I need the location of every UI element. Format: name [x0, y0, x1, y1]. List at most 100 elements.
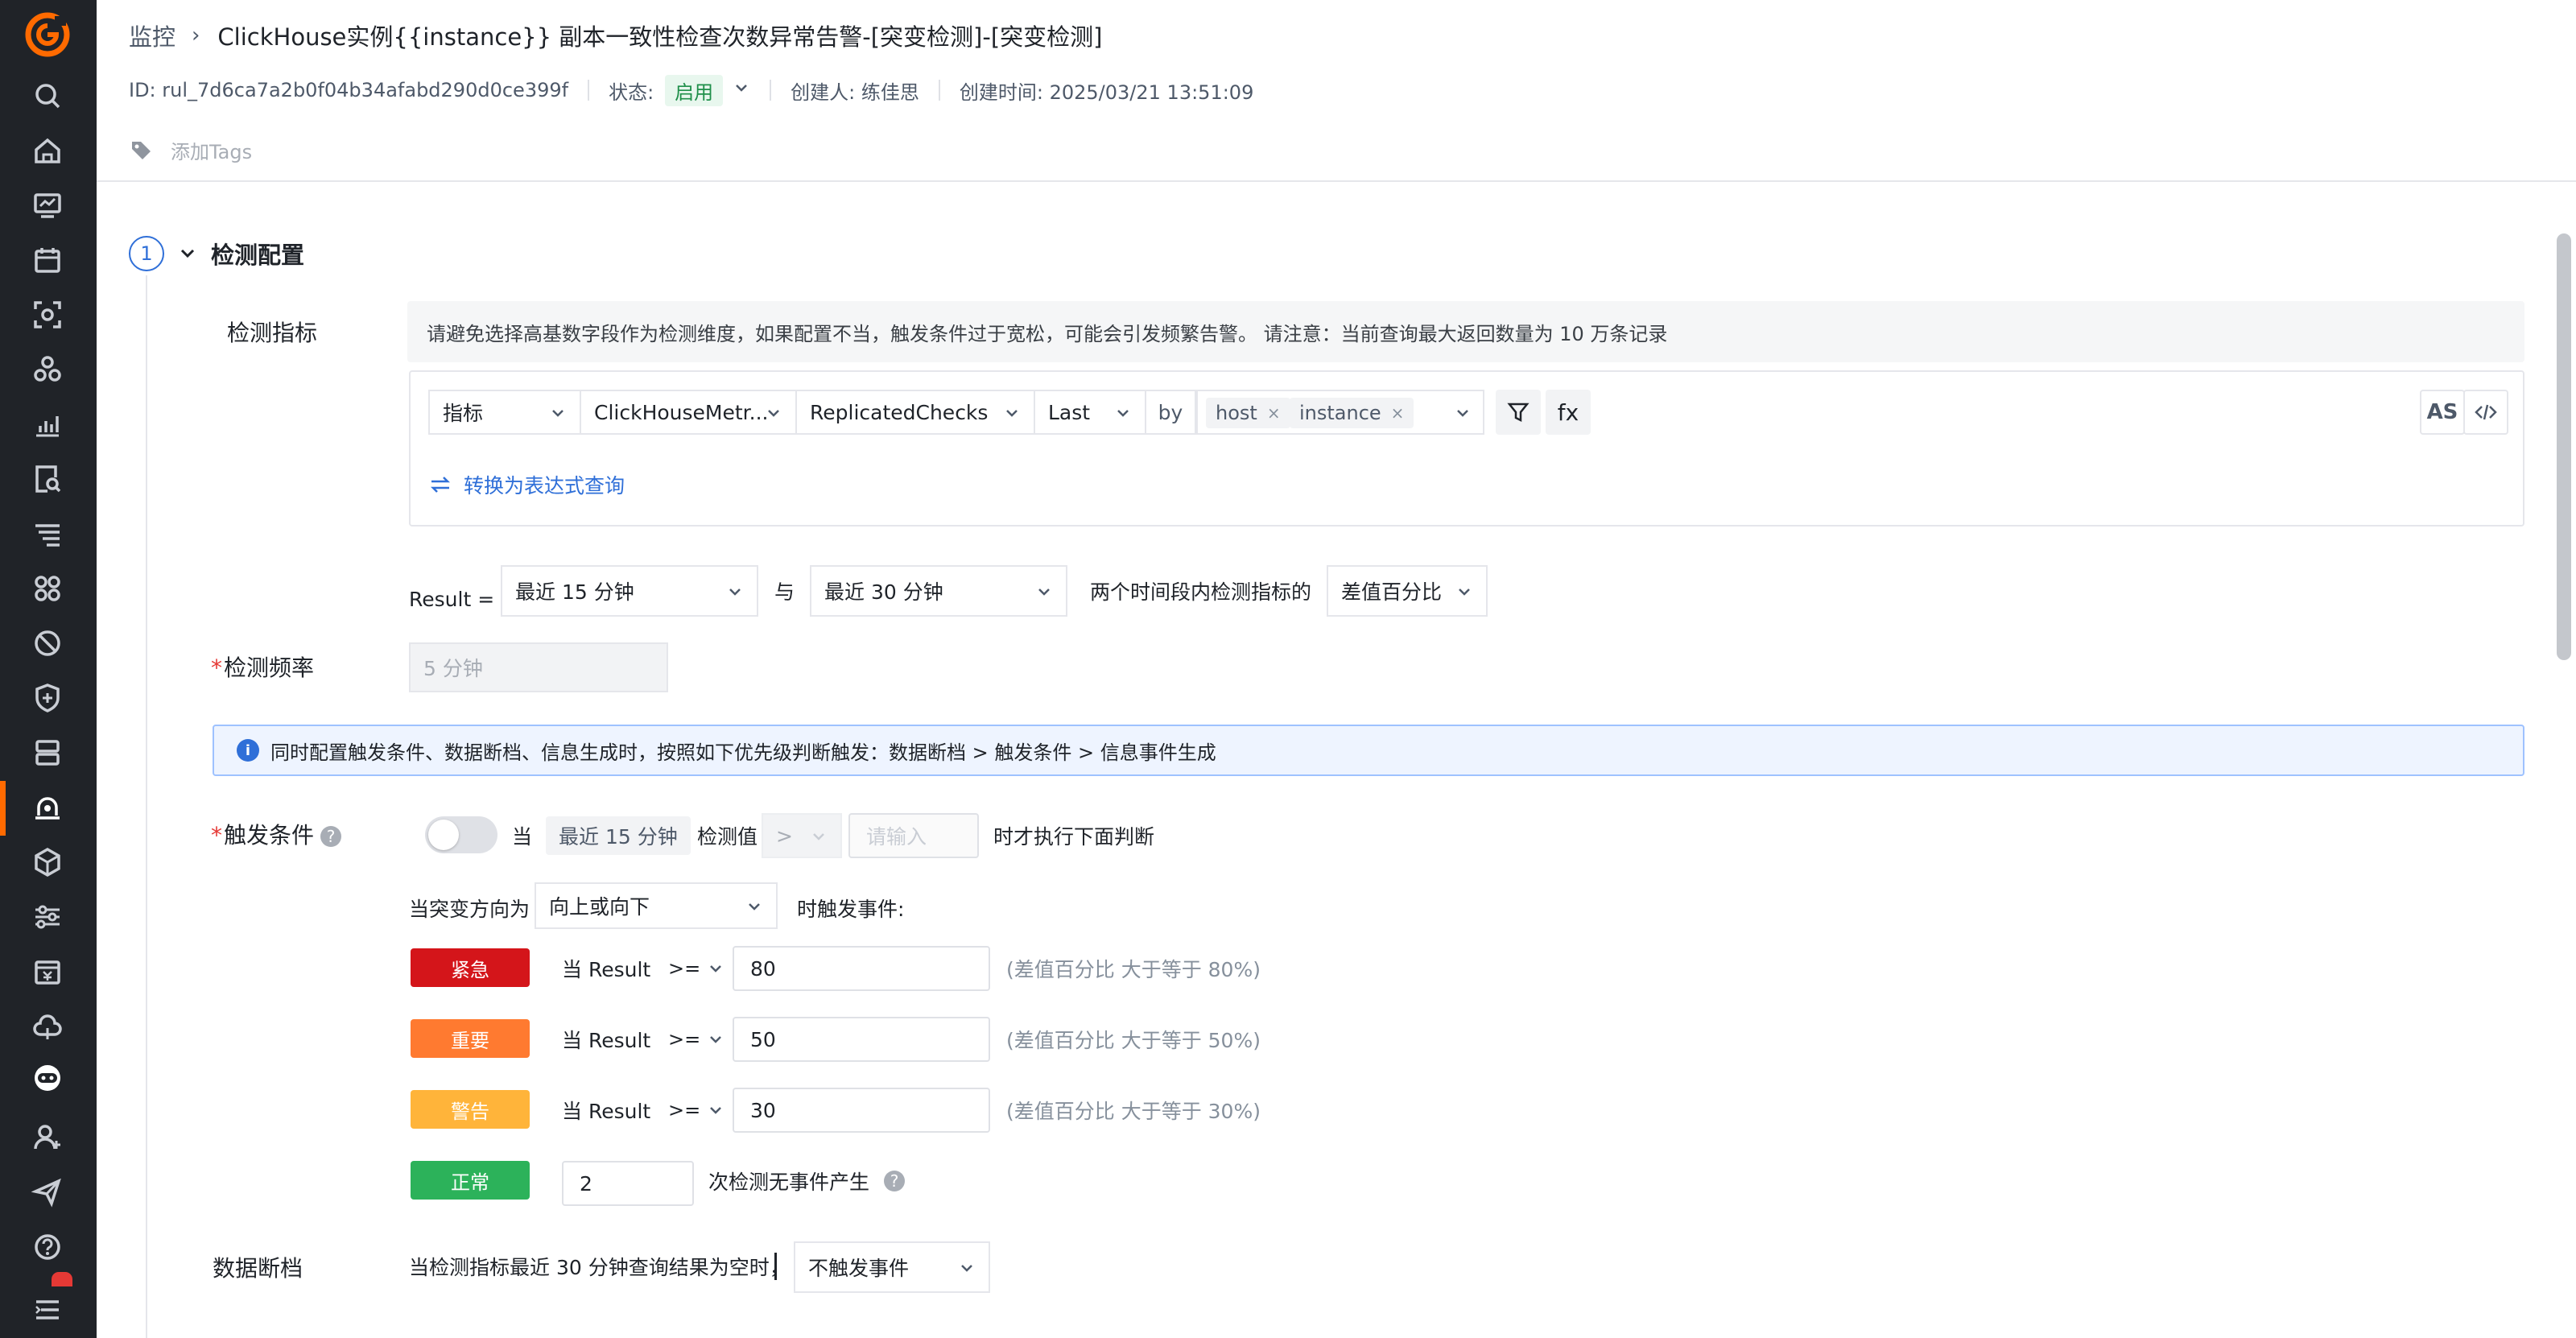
range1-select[interactable]: 最近 15 分钟: [501, 565, 758, 617]
by-label: by: [1145, 390, 1196, 435]
range1-value: 最近 15 分钟: [515, 580, 634, 604]
aggregation-select[interactable]: Last: [1034, 390, 1146, 435]
and-label: 与: [774, 580, 795, 604]
source-value: 指标: [443, 402, 484, 425]
group-by-tag-label: instance: [1299, 402, 1381, 424]
shield-icon[interactable]: [24, 675, 71, 721]
chevron-down-icon: [1117, 410, 1129, 417]
sidebar-rail: [0, 0, 97, 1338]
created-at: 创建时间: 2025/03/21 13:51:09: [959, 81, 1254, 104]
normal-count-input[interactable]: 2: [562, 1161, 694, 1206]
aggregation-value: Last: [1048, 400, 1091, 424]
level-condition: 当 Result: [562, 1029, 651, 1052]
trigger-op-select: >: [762, 813, 842, 858]
log-search-icon[interactable]: [24, 456, 71, 502]
chevron-down-icon: [813, 833, 824, 840]
measurement-select[interactable]: ClickHouseMetr...: [580, 390, 797, 435]
analytics-icon[interactable]: [24, 401, 71, 448]
help-icon[interactable]: ?: [884, 1171, 906, 1191]
server-icon[interactable]: [24, 729, 71, 776]
user-add-icon[interactable]: [24, 1114, 71, 1161]
warning-op-select[interactable]: >=: [668, 1095, 724, 1125]
range2-select[interactable]: 最近 30 分钟: [810, 565, 1067, 617]
normal-desc-text: 次检测无事件产生: [708, 1171, 870, 1194]
chevron-down-icon: [710, 1036, 722, 1043]
home-icon[interactable]: [24, 127, 71, 174]
chevron-down-icon: [1457, 410, 1468, 417]
cluster-icon[interactable]: [24, 346, 71, 393]
page-title: ClickHouse实例{{instance}} 副本一致性检查次数异常告警-[…: [217, 23, 1103, 51]
major-op-select[interactable]: >=: [668, 1024, 724, 1055]
critical-threshold-input[interactable]: 80: [733, 946, 990, 991]
fire-label: 时触发事件:: [797, 898, 905, 921]
breadcrumb-root[interactable]: 监控: [129, 19, 175, 52]
step-title: 检测配置: [211, 242, 305, 269]
apps-grid-icon[interactable]: [24, 565, 71, 612]
close-icon[interactable]: ×: [1267, 403, 1281, 423]
robot-icon[interactable]: [24, 1055, 71, 1101]
group-by-tag-label: host: [1216, 402, 1257, 424]
calendar-icon[interactable]: [24, 237, 71, 283]
result-prefix: Result =: [409, 587, 495, 611]
critical-desc: (差值百分比 大于等于 80%): [1006, 958, 1261, 981]
trigger-label-text: 触发条件: [224, 822, 315, 849]
major-level-badge: 重要: [411, 1019, 530, 1058]
cloud-icon[interactable]: [24, 1003, 71, 1050]
major-desc: (差值百分比 大于等于 50%): [1006, 1029, 1261, 1052]
metric-label: 检测指标: [227, 320, 318, 346]
chevron-down-icon: [729, 588, 741, 596]
no-entry-icon[interactable]: [24, 620, 71, 667]
warning-desc: (差值百分比 大于等于 30%): [1006, 1100, 1261, 1123]
scan-icon[interactable]: [24, 291, 71, 338]
method-select[interactable]: 差值百分比: [1327, 565, 1488, 617]
add-tags-button[interactable]: 添加Tags: [129, 134, 252, 166]
required-mark: *: [211, 822, 222, 849]
alarm-monitor-icon[interactable]: [24, 784, 71, 831]
collapse-chevron-icon[interactable]: [177, 243, 198, 264]
rule-meta: ID: rul_7d6ca7a2b0f04b34afabd290d0ce399f…: [129, 74, 1253, 106]
source-select[interactable]: 指标: [428, 390, 581, 435]
group-by-tag: host ×: [1206, 398, 1290, 428]
field-select[interactable]: ReplicatedChecks: [795, 390, 1035, 435]
when-label: 当: [512, 825, 533, 849]
direction-select[interactable]: 向上或向下: [535, 882, 778, 929]
cube-icon[interactable]: [24, 839, 71, 886]
filter-list-icon[interactable]: [24, 510, 71, 557]
chevron-down-icon: [1459, 588, 1470, 596]
nodata-action-select[interactable]: 不触发事件: [794, 1241, 990, 1293]
swap-icon: [430, 477, 451, 493]
critical-op-select[interactable]: >=: [668, 953, 724, 984]
major-threshold-input[interactable]: 50: [733, 1017, 990, 1062]
chevron-down-icon: [710, 1107, 722, 1114]
function-button[interactable]: fx: [1546, 390, 1591, 435]
nodata-action-value: 不触发事件: [808, 1257, 910, 1280]
help-icon[interactable]: ?: [320, 826, 342, 847]
logo-icon[interactable]: [24, 11, 71, 58]
info-icon: i: [237, 739, 259, 762]
convert-to-expression-link[interactable]: 转换为表达式查询: [428, 470, 625, 499]
alias-button[interactable]: AS: [2420, 390, 2465, 435]
rule-id: ID: rul_7d6ca7a2b0f04b34afabd290d0ce399f: [129, 79, 569, 101]
convert-link-label: 转换为表达式查询: [464, 474, 625, 498]
group-by-select[interactable]: host × instance ×: [1196, 390, 1484, 435]
menu-icon[interactable]: [24, 1286, 71, 1333]
chevron-down-icon[interactable]: [733, 79, 750, 101]
measurement-value: ClickHouseMetr...: [594, 400, 769, 424]
code-button[interactable]: [2463, 390, 2508, 435]
help-icon[interactable]: [24, 1224, 71, 1270]
trigger-range: 最近 15 分钟: [546, 816, 691, 855]
monitor-icon[interactable]: [24, 182, 71, 229]
breadcrumb: 监控 › ClickHouse实例{{instance}} 副本一致性检查次数异…: [129, 18, 1102, 53]
close-icon[interactable]: ×: [1391, 403, 1405, 423]
status-badge[interactable]: 启用: [665, 74, 724, 106]
filter-button[interactable]: [1496, 390, 1541, 435]
sliders-icon[interactable]: [24, 894, 71, 940]
billing-icon[interactable]: [24, 948, 71, 995]
trigger-toggle[interactable]: [425, 816, 497, 853]
search-icon[interactable]: [24, 72, 71, 119]
critical-level-badge: 紧急: [411, 948, 530, 987]
vertical-scrollbar[interactable]: [2557, 233, 2571, 660]
direction-label: 当突变方向为: [409, 898, 530, 921]
send-icon[interactable]: [24, 1169, 71, 1216]
warning-threshold-input[interactable]: 30: [733, 1088, 990, 1133]
